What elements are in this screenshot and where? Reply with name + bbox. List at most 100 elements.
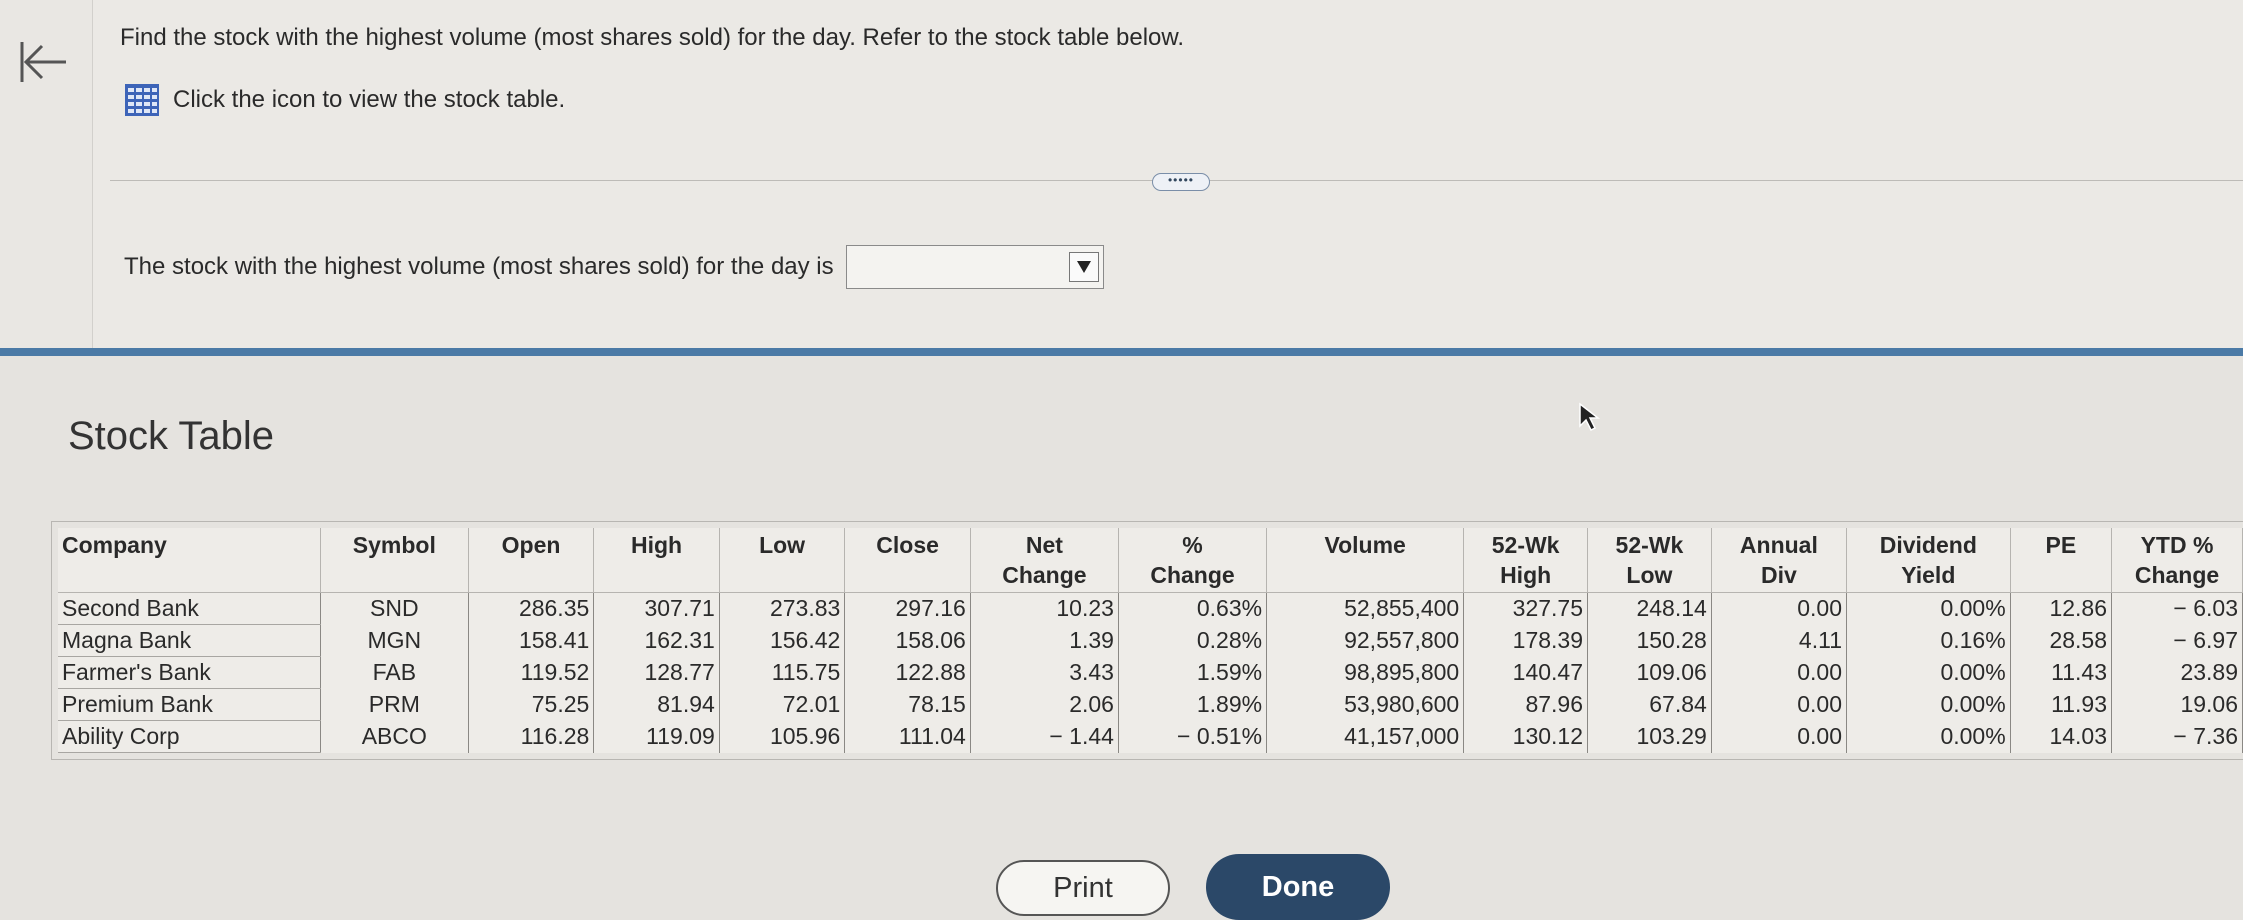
dropdown-arrow-icon[interactable] [1068,252,1099,282]
value-cell: 72.01 [719,688,846,721]
value-cell: 10.23 [970,592,1119,625]
value-cell: 3.43 [970,656,1119,689]
column-header-text: Dividend [1879,532,1977,558]
column-header-text: PE [2045,532,2077,558]
column-header-text: Change [1150,562,1235,588]
column-header-text: Volume [1324,532,1406,558]
value-cell: 53,980,600 [1266,688,1465,721]
pane-divider-band[interactable] [0,348,2243,356]
symbol-cell: ABCO [320,720,469,753]
column-header: 52-Wk Low [1587,528,1712,593]
value-cell: 327.75 [1463,592,1589,625]
value-cell: 78.15 [844,688,971,721]
company-cell: Farmer's Bank [58,656,321,689]
value-cell: 0.16% [1846,624,2011,657]
value-cell: 87.96 [1463,688,1589,721]
value-cell: − 7.36 [2111,720,2243,753]
table-row: Magna Bank MGN 158.41 162.31 156.42 158.06 1.3… [58,624,2243,657]
column-header-text: Net [1025,532,1063,558]
value-cell: − 6.97 [2111,624,2243,657]
value-cell: 92,557,800 [1266,624,1465,657]
value-cell: 1.89% [1118,688,1268,721]
value-cell: 128.77 [593,656,720,689]
value-cell: 158.41 [468,624,595,657]
value-cell: 286.35 [468,592,595,625]
column-header-text: Change [2134,562,2220,588]
value-cell: 0.00% [1846,720,2011,753]
done-button[interactable]: Done [1206,854,1390,920]
table-row: Premium Bank PRM 75.25 81.94 72.01 78.15 2.06 1… [58,688,2243,721]
symbol-cell: MGN [320,624,469,657]
value-cell: 0.28% [1118,624,1268,657]
column-header-text: Company [62,532,167,558]
column-header: Dividend Yield [1846,528,2011,593]
column-header-text: Change [1002,562,1087,588]
column-header: Low [719,528,846,593]
table-row: Ability Corp ABCO 116.28 119.09 105.96 111.04… [58,720,2243,753]
company-cell: Magna Bank [58,624,321,657]
value-cell: 105.96 [719,720,846,753]
modal-title: Stock Table [68,414,275,458]
value-cell: 119.09 [593,720,720,753]
company-cell: Second Bank [58,592,321,625]
left-rail [0,0,93,352]
value-cell: 1.39 [970,624,1119,657]
value-cell: 14.03 [2010,720,2113,753]
value-cell: 11.43 [2010,656,2113,689]
value-cell: 140.47 [1463,656,1589,689]
value-cell: − 1.44 [970,720,1119,753]
value-cell: 67.84 [1587,688,1712,721]
value-cell: 0.63% [1118,592,1268,625]
value-cell: 150.28 [1587,624,1712,657]
value-cell: 0.00% [1846,592,2011,625]
value-cell: 156.42 [719,624,846,657]
table-grid-icon[interactable] [125,84,159,116]
table-header-row: Company Symbol Open High Low Close Net Change% C… [58,528,2243,593]
column-header-text: % [1182,532,1203,558]
value-cell: 41,157,000 [1266,720,1465,753]
column-header: Annual Div [1711,528,1847,593]
table-row: Second Bank SND 286.35 307.71 273.83 297.16 10… [58,592,2243,625]
column-header: % Change [1118,528,1268,593]
value-cell: − 6.03 [2111,592,2243,625]
value-cell: 12.86 [2010,592,2113,625]
symbol-cell: FAB [320,656,469,689]
column-header: Symbol [320,528,469,593]
column-header-text: 52-Wk [1615,532,1684,558]
value-cell: 11.93 [2010,688,2113,721]
value-cell: 52,855,400 [1266,592,1465,625]
column-header-text: Div [1761,562,1797,588]
value-cell: 0.00% [1846,688,2011,721]
mouse-cursor-icon [1579,402,1600,432]
value-cell: 2.06 [970,688,1119,721]
column-header: YTD % Change [2111,528,2243,593]
back-arrow-icon[interactable] [18,38,70,86]
column-header: PE [2010,528,2113,593]
column-header-text: Symbol [352,532,436,558]
view-table-label[interactable]: Click the icon to view the stock table. [173,86,565,114]
column-header-text: Low [1626,562,1673,588]
value-cell: 0.00 [1711,688,1847,721]
stock-table: Company Symbol Open High Low Close Net Change% C… [51,521,2243,760]
company-cell: Premium Bank [58,688,321,721]
view-table-link[interactable]: Click the icon to view the stock table. [125,84,565,116]
value-cell: 162.31 [593,624,720,657]
value-cell: 1.59% [1118,656,1268,689]
answer-label: The stock with the highest volume (most … [124,253,834,280]
value-cell: 248.14 [1587,592,1712,625]
column-header: Close [844,528,971,593]
expand-more-button[interactable]: ••••• [1152,173,1210,191]
column-header: High [593,528,720,593]
value-cell: 115.75 [719,656,846,689]
value-cell: 122.88 [844,656,971,689]
question-prompt: Find the stock with the highest volume (… [120,24,1185,51]
value-cell: 297.16 [844,592,971,625]
symbol-cell: PRM [320,688,469,721]
answer-row: The stock with the highest volume (most … [124,245,1104,289]
value-cell: 0.00 [1711,720,1847,753]
answer-dropdown[interactable] [845,245,1104,289]
column-header-text: Close [876,532,939,558]
column-header: 52-Wk High [1463,528,1589,593]
print-button[interactable]: Print [996,860,1170,916]
value-cell: 111.04 [844,720,971,753]
